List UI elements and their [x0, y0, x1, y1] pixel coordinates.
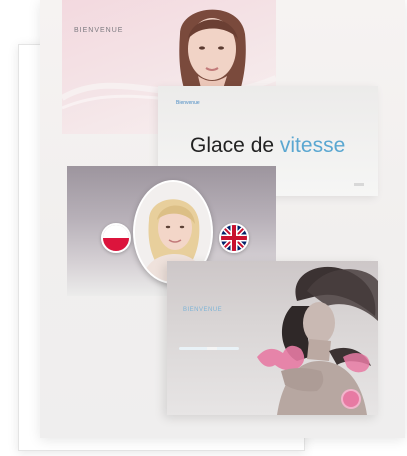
- welcome-label: BIENVENUE: [74, 27, 124, 34]
- headline-main-text: Glace de: [190, 134, 280, 157]
- uk-flag-icon[interactable]: [219, 223, 249, 253]
- headline-accent-text: vitesse: [279, 134, 346, 157]
- pink-button[interactable]: [343, 391, 359, 407]
- welcome-small-label: Bienvenue: [176, 100, 200, 106]
- preview-card-hair: BIENVENUE: [167, 261, 378, 415]
- woman-flowing-hair-image: [257, 266, 378, 415]
- headline-title: Glace de vitesse: [190, 134, 345, 158]
- poland-flag-icon[interactable]: [101, 223, 131, 253]
- welcome-label-2: BIENVENUE: [183, 307, 223, 313]
- corner-mark: [354, 183, 364, 186]
- faint-line-secondary: [207, 347, 217, 350]
